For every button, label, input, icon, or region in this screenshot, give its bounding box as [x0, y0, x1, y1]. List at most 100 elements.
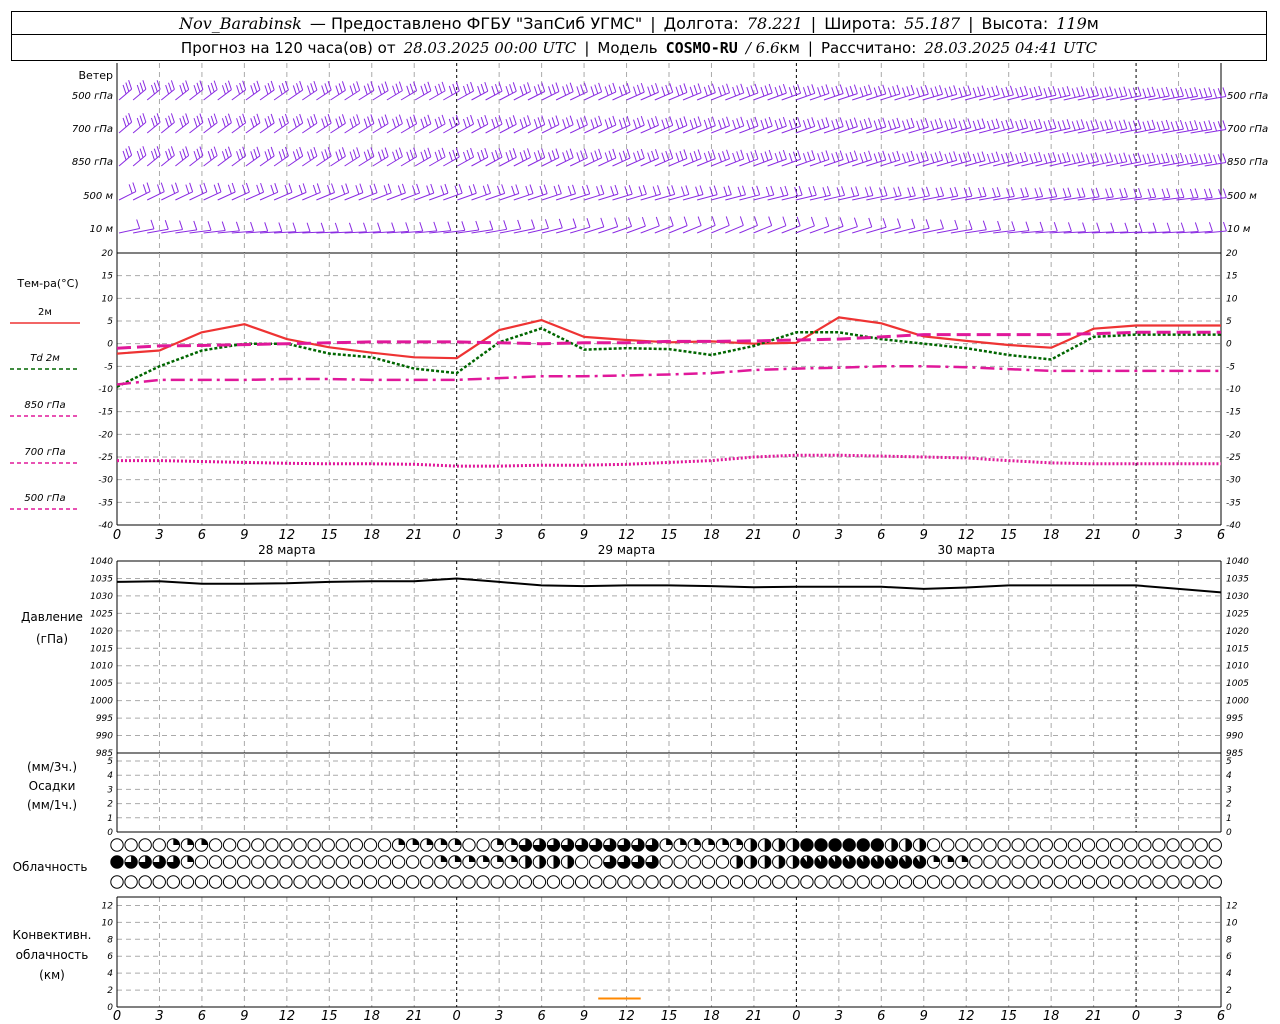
wind-barb-feather — [256, 113, 261, 123]
wind-barb-feather — [199, 113, 204, 123]
wind-barb-feather — [430, 183, 435, 194]
cloud-symbol — [363, 875, 378, 889]
cloud-symbol — [293, 838, 307, 852]
cloud-circle — [856, 875, 870, 889]
wind-barb-feather — [986, 120, 991, 131]
cloud-symbol — [589, 875, 603, 889]
wind-barb-feather — [859, 87, 864, 97]
wind-barb-feather — [604, 152, 609, 162]
cloud-symbol — [307, 855, 321, 869]
wind-barb-feather — [132, 182, 137, 192]
cloud-symbol — [814, 875, 828, 889]
wind-barb-feather — [802, 87, 807, 97]
wind-barb-feather — [384, 114, 389, 124]
conv-xtick: 0 — [1132, 1009, 1140, 1024]
cloud-symbol — [1180, 838, 1194, 852]
wind-barb-feather — [128, 146, 133, 156]
wind-barb-feather — [760, 86, 765, 97]
cloud-circle — [405, 875, 420, 889]
cloud-circle — [842, 875, 856, 889]
wind-level-label-right: 500 м — [1227, 191, 1257, 202]
wind-barb-feather — [954, 186, 959, 197]
wind-barb-feather — [1123, 119, 1128, 129]
wind-barb-feather — [484, 81, 489, 92]
cloud-circle — [1081, 875, 1096, 889]
cloud-fill — [871, 838, 884, 852]
wind-barb-feather — [817, 153, 822, 163]
wind-barb-feather — [551, 117, 556, 127]
wind-barb-staff — [739, 225, 758, 234]
cloud-symbol — [462, 838, 476, 852]
precip-ytick: 2 — [107, 800, 113, 810]
wind-barb-feather — [146, 182, 151, 192]
wind-barb-feather — [703, 119, 708, 130]
wind-barb-feather — [1109, 86, 1114, 96]
cloud-symbol — [546, 838, 561, 852]
wind-barb-feather — [182, 82, 187, 92]
cloud-symbol — [603, 855, 617, 869]
cloud-symbol — [166, 855, 181, 869]
wind-barb-feather — [821, 151, 826, 162]
pressure-ytick: 990 — [96, 732, 113, 742]
wind-barb-feather — [335, 85, 340, 95]
wind-barb-feather — [193, 84, 198, 95]
wind-barb-feather — [977, 119, 982, 129]
cloud-symbol — [222, 875, 237, 889]
wind-barb-feather — [1015, 153, 1020, 164]
wind-barb-feather — [519, 119, 524, 129]
cloud-symbol — [293, 855, 307, 869]
wind-barb-feather — [420, 85, 425, 96]
cloud-symbol — [335, 855, 349, 869]
cloud-fill — [666, 838, 673, 845]
wind-barb-feather — [822, 187, 827, 197]
wind-barb-feather — [740, 149, 745, 159]
cloud-symbol — [363, 855, 378, 869]
wind-barb-feather — [953, 118, 958, 128]
conv-xtick: 9 — [920, 1009, 928, 1024]
cloud-fill — [187, 855, 194, 862]
wind-barb-feather — [661, 119, 666, 129]
wind-barb-feather — [910, 84, 915, 95]
wind-barb-feather — [352, 116, 357, 126]
wind-barb-staff — [231, 191, 250, 201]
wind-barb-feather — [381, 83, 386, 93]
wind-barb-feather — [553, 185, 558, 196]
wind-barb-feather — [669, 83, 674, 93]
cloud-symbol — [574, 838, 589, 852]
wind-barb-feather — [427, 147, 432, 157]
wind-barb-feather — [1114, 88, 1119, 98]
wind-barb-feather — [142, 80, 147, 90]
wind-barb-feather — [264, 118, 269, 128]
wind-barb-staff — [118, 191, 137, 201]
wind-barb-feather — [594, 84, 599, 94]
cloud-circle — [1109, 875, 1124, 889]
wind-barb-feather — [462, 118, 467, 129]
wind-barb-feather — [367, 83, 372, 93]
wind-barb-feather — [1151, 86, 1156, 97]
wind-barb-feather — [1147, 188, 1152, 198]
cloud-circle — [222, 875, 237, 889]
wind-barb-feather — [711, 216, 716, 226]
cloud-symbol — [1025, 855, 1039, 869]
cloud-symbol — [1081, 838, 1096, 852]
cloud-symbol — [828, 838, 842, 852]
temp-xtick: 15 — [661, 528, 678, 543]
wind-barb-feather — [509, 84, 514, 94]
wind-barb-feather — [711, 149, 716, 159]
conv-ytick-right: 6 — [1226, 952, 1232, 962]
cloud-symbol — [589, 855, 603, 869]
wind-barb-feather — [1067, 187, 1072, 197]
wind-barb-feather — [537, 84, 542, 94]
wind-barb-feather — [703, 152, 708, 163]
wind-barb-feather — [1189, 87, 1194, 98]
wind-barb-feather — [363, 222, 367, 232]
wind-barb-feather — [911, 218, 916, 229]
wind-barb-feather — [307, 151, 311, 161]
cloud-circle — [997, 875, 1011, 889]
wind-barb-feather — [170, 80, 175, 90]
cloud-circle — [462, 875, 476, 889]
wind-barb-feather — [477, 151, 482, 162]
cloud-circle — [603, 875, 617, 889]
cloud-circle — [448, 875, 462, 889]
wind-barb-feather — [1118, 87, 1123, 97]
